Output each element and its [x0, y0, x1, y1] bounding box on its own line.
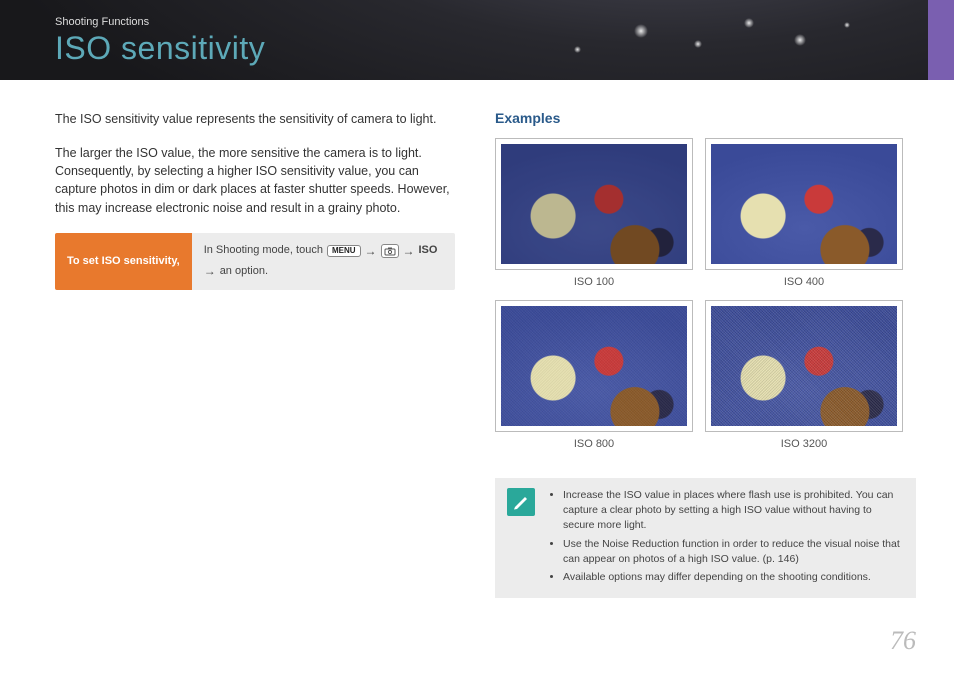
note-icon [507, 488, 535, 516]
instruction-suffix: an option. [220, 264, 268, 279]
tip-item: Use the Noise Reduction function in orde… [563, 537, 904, 567]
example-photo [711, 144, 897, 264]
right-column: Examples ISO 100 ISO 400 ISO 800 ISO 320… [495, 110, 916, 598]
photo-frame [495, 138, 693, 270]
page-number: 76 [890, 626, 916, 656]
left-column: The ISO sensitivity value represents the… [55, 110, 455, 598]
camera-chip-icon [381, 244, 399, 258]
iso-label: ISO [419, 243, 438, 258]
menu-chip-icon: MENU [327, 245, 361, 257]
example-iso-800: ISO 800 [495, 300, 693, 450]
arrow-icon: → [204, 263, 216, 280]
example-caption: ISO 3200 [705, 438, 903, 450]
page-title: ISO sensitivity [55, 30, 954, 67]
instruction-body: In Shooting mode, touch MENU → → ISO → a… [192, 233, 455, 291]
arrow-icon: → [403, 243, 415, 260]
instruction-label: To set ISO sensitivity, [55, 233, 192, 291]
instruction-prefix: In Shooting mode, touch [204, 243, 323, 258]
tips-list: Increase the ISO value in places where f… [549, 488, 904, 588]
example-iso-400: ISO 400 [705, 138, 903, 288]
example-photo [501, 144, 687, 264]
example-photo [501, 306, 687, 426]
photo-frame [495, 300, 693, 432]
tip-item: Available options may differ depending o… [563, 570, 904, 585]
instruction-box: To set ISO sensitivity, In Shooting mode… [55, 233, 455, 291]
examples-heading: Examples [495, 110, 916, 126]
example-photo [711, 306, 897, 426]
example-caption: ISO 400 [705, 276, 903, 288]
content-area: The ISO sensitivity value represents the… [0, 80, 954, 598]
tips-box: Increase the ISO value in places where f… [495, 478, 916, 598]
photo-frame [705, 138, 903, 270]
intro-paragraph-1: The ISO sensitivity value represents the… [55, 110, 455, 128]
breadcrumb: Shooting Functions [55, 16, 954, 28]
example-caption: ISO 800 [495, 438, 693, 450]
arrow-icon: → [365, 243, 377, 260]
example-iso-100: ISO 100 [495, 138, 693, 288]
tip-item: Increase the ISO value in places where f… [563, 488, 904, 534]
examples-grid: ISO 100 ISO 400 ISO 800 ISO 3200 [495, 138, 916, 450]
example-caption: ISO 100 [495, 276, 693, 288]
intro-paragraph-2: The larger the ISO value, the more sensi… [55, 144, 455, 217]
photo-frame [705, 300, 903, 432]
page-header: Shooting Functions ISO sensitivity [0, 0, 954, 80]
example-iso-3200: ISO 3200 [705, 300, 903, 450]
